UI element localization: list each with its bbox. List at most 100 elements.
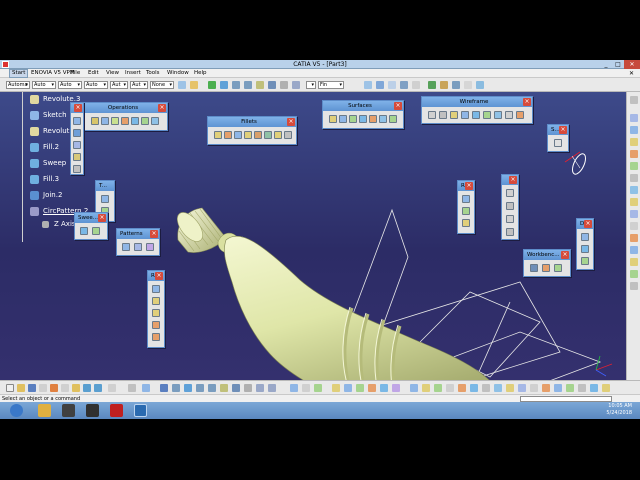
helix-icon[interactable] [516, 111, 524, 119]
curve-icon-d[interactable] [506, 228, 514, 236]
tree-item-revolute[interactable]: Revolut [43, 127, 69, 136]
right-tool-icon-8[interactable] [630, 186, 638, 194]
transform-icon-a[interactable] [101, 195, 109, 203]
media-player-icon[interactable] [62, 404, 75, 417]
maximize-button[interactable]: □ [612, 60, 624, 69]
surface-tool-icon[interactable] [380, 384, 388, 392]
snap-icon[interactable] [464, 81, 472, 89]
surfaces-toolbar[interactable]: Surfaces × [322, 100, 404, 129]
paste-icon[interactable] [72, 384, 80, 392]
r-toolbar[interactable]: R...× [457, 180, 475, 234]
right-tool-icon-4[interactable] [630, 138, 638, 146]
paint-icon[interactable] [178, 81, 186, 89]
tree-item-z-axis[interactable]: Z Axis [54, 220, 76, 229]
right-tool-icon-6[interactable] [630, 162, 638, 170]
measure-tool-icon[interactable] [302, 384, 310, 392]
styling-fillet-icon[interactable] [254, 131, 262, 139]
rotate-icon[interactable] [220, 81, 228, 89]
s-toolbar[interactable]: S... × [547, 124, 569, 152]
extract-icon[interactable] [131, 117, 139, 125]
acrobat-icon[interactable] [110, 404, 123, 417]
right-tool-icon-2[interactable] [630, 114, 638, 122]
catalog-tool-icon[interactable] [530, 384, 538, 392]
right-tool-icon-5[interactable] [630, 150, 638, 158]
analysis-tool-icon[interactable] [392, 384, 400, 392]
tree-item-sketch[interactable]: Sketch [43, 111, 67, 120]
symmetry-icon[interactable] [152, 297, 160, 305]
extrude-icon[interactable] [329, 115, 337, 123]
sweep-tool-icon[interactable] [80, 227, 88, 235]
help-icon[interactable] [108, 384, 116, 392]
menu-insert[interactable]: Insert [123, 69, 143, 78]
curve-icon-a[interactable] [506, 189, 514, 197]
instantiate-icon[interactable] [578, 384, 586, 392]
iso-view-icon[interactable] [268, 81, 276, 89]
save-catalog-icon[interactable] [590, 384, 598, 392]
formula-icon[interactable] [128, 384, 136, 392]
tool-icon-b[interactable] [73, 129, 81, 137]
projection-icon[interactable] [461, 111, 469, 119]
tree-item-sweep[interactable]: Sweep [43, 159, 66, 168]
scaling-icon[interactable] [152, 309, 160, 317]
tool-icon-d[interactable] [73, 153, 81, 161]
offset-curve-icon[interactable] [483, 111, 491, 119]
line-icon[interactable] [439, 111, 447, 119]
properties-icon[interactable] [190, 81, 198, 89]
optimization-icon[interactable] [518, 384, 526, 392]
tree-item-fill-3[interactable]: Fill.3 [43, 175, 59, 184]
replication-icon-c[interactable] [462, 219, 470, 227]
extrapolate-icon[interactable] [151, 117, 159, 125]
menu-edit[interactable]: Edit [86, 69, 101, 78]
pan-icon[interactable] [208, 81, 216, 89]
dress-up-icon-b[interactable] [581, 245, 589, 253]
tool-icon-e[interactable] [73, 165, 81, 173]
curve-icon-c[interactable] [506, 215, 514, 223]
document-template-icon[interactable] [566, 384, 574, 392]
sweep-surface-icon[interactable] [369, 115, 377, 123]
table-icon[interactable] [412, 81, 420, 89]
right-tool-icon-13[interactable] [630, 246, 638, 254]
compass-tool-icon[interactable] [476, 81, 484, 89]
offset-icon[interactable] [359, 115, 367, 123]
patterns-toolbar[interactable]: Patterns × [116, 228, 160, 256]
right-tool-icon-7[interactable] [630, 174, 638, 182]
pan-tool-icon[interactable] [172, 384, 180, 392]
view-combo[interactable] [306, 81, 316, 89]
rectangular-pattern-icon[interactable] [122, 243, 130, 251]
filter-combo[interactable]: Fin [318, 81, 344, 89]
right-tool-icon-3[interactable] [630, 126, 638, 134]
analysis-icon[interactable] [388, 81, 396, 89]
publish-icon[interactable] [602, 384, 610, 392]
close-icon[interactable]: × [74, 104, 82, 112]
close-icon[interactable]: × [561, 251, 569, 259]
right-tool-icon-14[interactable] [630, 258, 638, 266]
point-icon[interactable] [428, 111, 436, 119]
plane-icon[interactable] [440, 81, 448, 89]
close-icon[interactable]: × [465, 182, 473, 190]
tool-icon-c[interactable] [73, 141, 81, 149]
print-icon[interactable] [39, 384, 47, 392]
replication-icon-a[interactable] [462, 195, 470, 203]
sketcher-tool-icon[interactable] [290, 384, 298, 392]
file-explorer-icon[interactable] [38, 404, 51, 417]
right-tool-icon-1[interactable] [630, 96, 638, 104]
menu-tools[interactable]: Tools [144, 69, 162, 78]
chamfer-icon[interactable] [284, 131, 292, 139]
close-icon[interactable]: × [523, 98, 531, 106]
rule-icon[interactable] [494, 384, 502, 392]
apply-material-icon[interactable] [314, 384, 322, 392]
user-pattern-icon[interactable] [146, 243, 154, 251]
close-icon[interactable]: × [98, 214, 106, 222]
close-icon[interactable]: × [394, 102, 402, 110]
join-icon[interactable] [91, 117, 99, 125]
fill-surface-icon[interactable] [379, 115, 387, 123]
fit-all-icon[interactable] [160, 384, 168, 392]
fillets-toolbar[interactable]: Fillets × [207, 116, 297, 145]
measure-icon[interactable] [376, 81, 384, 89]
quick-view-icon[interactable] [232, 384, 240, 392]
close-icon[interactable]: × [150, 230, 158, 238]
tree-item-join-2[interactable]: Join.2 [43, 191, 62, 200]
point-tool-icon[interactable] [332, 384, 340, 392]
save-icon[interactable] [28, 384, 36, 392]
grid-icon[interactable] [452, 81, 460, 89]
